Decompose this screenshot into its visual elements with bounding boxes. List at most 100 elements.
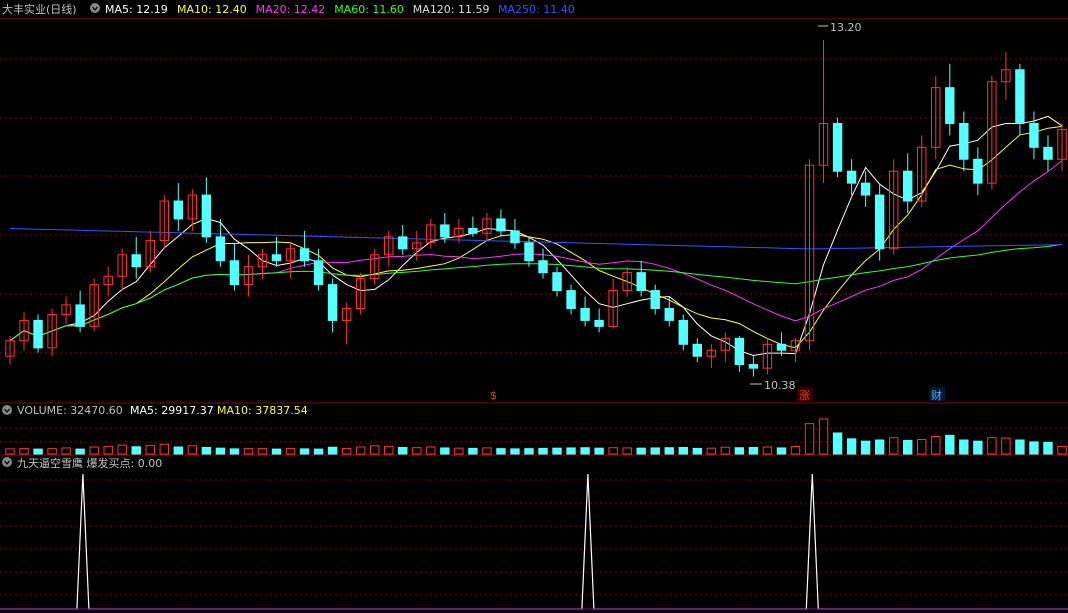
candle-body <box>945 87 955 124</box>
ma5-line <box>9 115 1063 357</box>
candle-body <box>215 236 226 262</box>
volume-bar <box>384 445 394 455</box>
volume-bar <box>622 447 632 455</box>
volume-gear-icon[interactable] <box>2 405 12 415</box>
volume-bar <box>327 446 338 455</box>
grid-lines <box>0 18 1068 596</box>
volume-bar <box>538 447 548 455</box>
volume-bar <box>776 447 787 455</box>
candle-body <box>229 260 240 286</box>
candle-body <box>33 319 43 349</box>
candle-body <box>510 230 520 244</box>
volume-bar <box>313 448 324 455</box>
indicator-label: 九天逼空雪鹰 爆发买点: 0.00 <box>17 456 162 470</box>
candle-body <box>678 319 688 345</box>
ma-legend-item: MA60: 11.60 <box>334 3 404 16</box>
ma60-line <box>9 243 1063 342</box>
volume-bar <box>636 447 646 455</box>
volume-bar <box>987 437 997 455</box>
volume-bar <box>931 436 941 455</box>
candle-body <box>131 254 141 268</box>
candle-body <box>299 248 310 262</box>
volume-bar <box>748 446 759 455</box>
volume-bar <box>454 447 464 455</box>
candle-body <box>874 194 885 250</box>
volume-bar <box>860 440 871 455</box>
volume-bar <box>874 439 885 455</box>
volume-bar <box>580 447 590 455</box>
volume-bar <box>846 438 857 455</box>
ma-legend-item: MA20: 12.42 <box>256 3 326 16</box>
candle-body <box>973 158 983 184</box>
candle-body <box>832 122 843 172</box>
volume-bar <box>818 418 829 455</box>
stock-chart: 大丰实业(日线) MA5: 12.19 MA10: 12.40 MA20: 12.4… <box>0 2 1068 610</box>
settings-gear-icon[interactable] <box>90 3 100 13</box>
volume-bar <box>33 448 43 455</box>
volume-label: VOLUME: 32470.60 <box>17 404 123 417</box>
volume-bar <box>888 437 899 455</box>
volume-bar <box>159 443 170 455</box>
candle-body <box>496 218 506 232</box>
volume-ma10-label: MA10: 37837.54 <box>217 404 308 417</box>
volume-bar <box>650 447 660 455</box>
volume-bar <box>271 448 282 455</box>
candle-body <box>776 343 787 351</box>
volume-bar <box>510 448 520 455</box>
volume-bar <box>566 447 576 455</box>
volume-bar <box>692 447 703 455</box>
volume-bar <box>1057 445 1067 455</box>
candle-body <box>1029 122 1039 148</box>
low-price-label: 10.38 <box>764 379 796 392</box>
volume-bar <box>285 447 296 455</box>
candle-body <box>580 307 590 321</box>
volume-bar <box>902 439 913 455</box>
candle-body <box>664 307 674 321</box>
candle-body <box>327 284 338 321</box>
volume-bars <box>5 418 1067 455</box>
volume-bar <box>229 448 240 455</box>
volume-bar <box>1029 441 1039 455</box>
volume-bar <box>89 446 99 455</box>
volume-bar <box>524 448 534 455</box>
ma-legend-item: MA250: 11.40 <box>498 3 575 16</box>
indicator-gear-icon[interactable] <box>2 457 12 467</box>
volume-bar <box>398 446 408 455</box>
volume-bar <box>103 445 113 455</box>
ma-legend-item: MA120: 11.59 <box>413 3 490 16</box>
high-price-label: 13.20 <box>830 21 862 34</box>
volume-bar <box>145 445 155 455</box>
candle-body <box>650 290 660 309</box>
candle-body <box>692 343 703 357</box>
dollar-marker[interactable]: $ <box>490 389 497 402</box>
volume-bar <box>973 440 983 455</box>
candle-body <box>1015 69 1025 124</box>
indicator-spike-line <box>0 473 1068 610</box>
volume-bar <box>341 447 352 455</box>
volume-bar <box>468 447 478 455</box>
volume-bar <box>19 447 29 455</box>
volume-bar <box>959 439 969 455</box>
candle-body <box>552 272 562 292</box>
candle-body <box>959 122 969 160</box>
candle-body <box>271 254 282 262</box>
candle-body <box>468 228 478 234</box>
volume-bar <box>215 447 226 455</box>
candle-body <box>398 236 408 250</box>
volume-bar <box>552 447 562 455</box>
volume-bar <box>173 446 184 455</box>
ma10-line <box>9 125 1063 349</box>
volume-bar <box>482 447 492 455</box>
candle-body <box>201 194 212 238</box>
cai-marker[interactable]: 财 <box>931 388 942 402</box>
candle-body <box>594 319 604 327</box>
volume-bar <box>720 446 731 455</box>
zhang-marker[interactable]: 涨 <box>799 389 810 402</box>
candle-body <box>524 242 534 262</box>
candle-body <box>1043 146 1053 160</box>
candle-body <box>860 182 871 196</box>
volume-bar <box>734 447 745 455</box>
ma-legend: MA5: 12.19 MA10: 12.40 MA20: 12.42 MA60: 11… <box>105 3 575 16</box>
volume-bar <box>440 447 450 455</box>
ma-legend-item: MA5: 12.19 <box>105 3 168 16</box>
